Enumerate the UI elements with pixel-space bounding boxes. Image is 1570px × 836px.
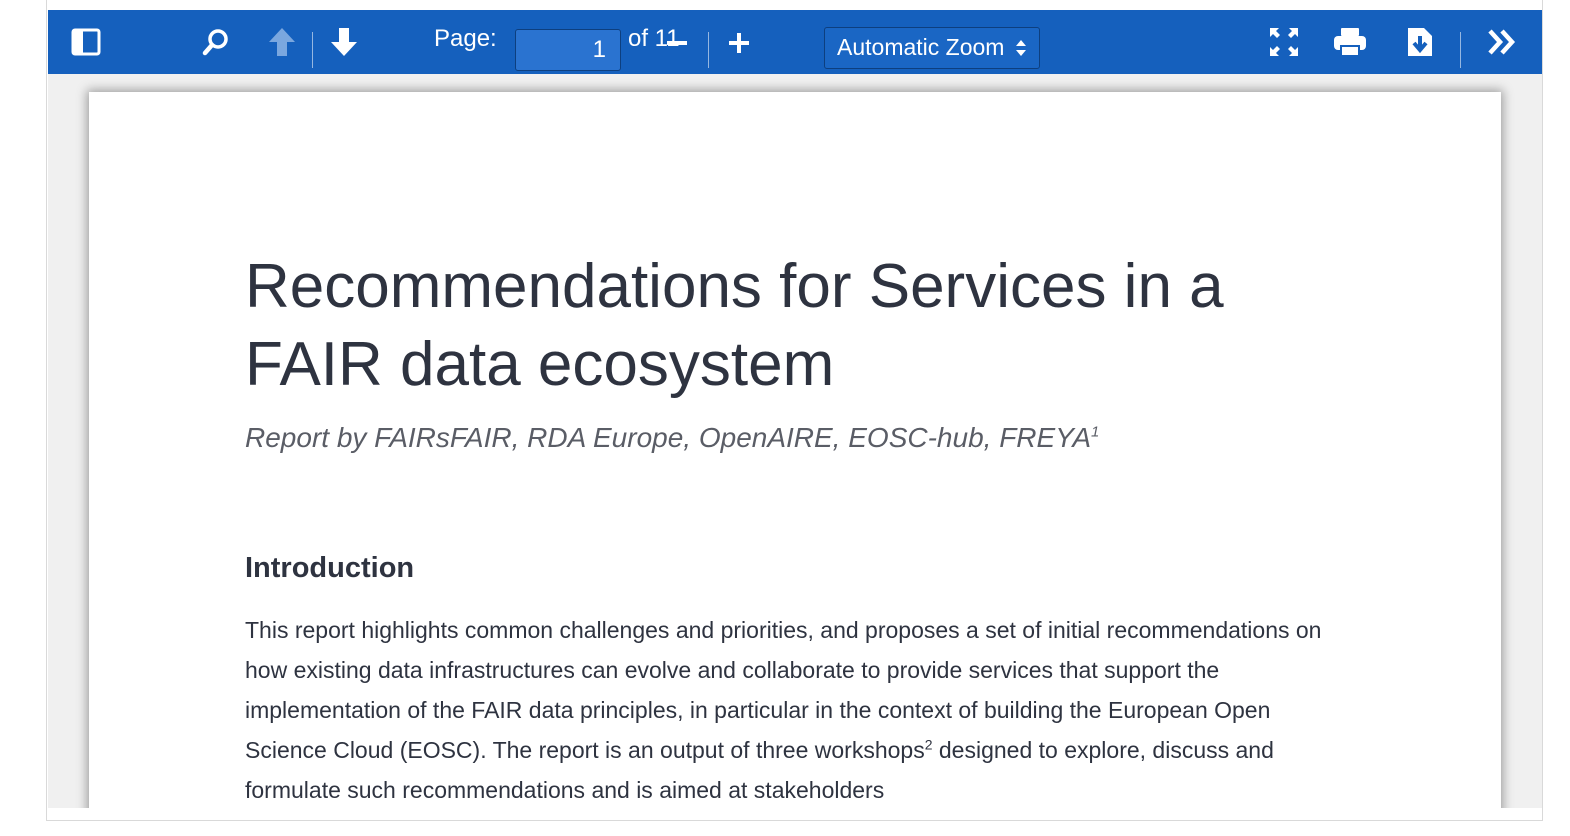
download-icon [1408, 28, 1432, 56]
body-paragraph: This report highlights common challenges… [245, 610, 1355, 808]
plus-icon [729, 33, 749, 53]
toolbar-separator [1460, 32, 1461, 68]
section-heading: Introduction [245, 552, 415, 584]
tools-button[interactable] [1478, 10, 1526, 74]
fullscreen-icon [1270, 28, 1298, 56]
zoom-in-button[interactable] [715, 10, 763, 74]
document-title: Recommendations for Services in a FAIR d… [245, 252, 1224, 399]
footnote-marker: 2 [924, 736, 933, 753]
double-chevron-right-icon [1488, 29, 1516, 55]
footnote-marker: 1 [1091, 423, 1100, 441]
toolbar-separator [312, 32, 313, 68]
sidebar-toggle-button[interactable] [62, 10, 110, 74]
document-subtitle: Report by FAIRsFAIR, RDA Europe, OpenAIR… [245, 422, 1345, 454]
zoom-out-button[interactable] [653, 10, 701, 74]
document-viewer[interactable]: Recommendations for Services in a FAIR d… [48, 74, 1542, 808]
search-button[interactable] [192, 10, 240, 74]
arrow-up-icon [269, 28, 295, 56]
arrow-down-icon [331, 28, 357, 56]
sidebar-toggle-icon [71, 28, 101, 56]
page-label: Page: [434, 25, 497, 52]
next-page-button[interactable] [320, 10, 368, 74]
download-button[interactable] [1396, 10, 1444, 74]
presentation-mode-button[interactable] [1260, 10, 1308, 74]
previous-page-button[interactable] [258, 10, 306, 74]
page-number-input[interactable] [515, 29, 621, 71]
printer-icon [1334, 28, 1366, 56]
zoom-select-value: Automatic Zoom [837, 34, 1005, 60]
select-arrows-icon [1016, 40, 1026, 56]
toolbar-separator [708, 32, 709, 68]
search-icon [202, 29, 228, 56]
zoom-select[interactable]: Automatic Zoom [824, 27, 1040, 69]
subtitle-text: Report by FAIRsFAIR, RDA Europe, OpenAIR… [245, 422, 1092, 453]
document-page: Recommendations for Services in a FAIR d… [89, 92, 1501, 808]
minus-icon [667, 41, 687, 45]
pdf-toolbar: Page: of 11 Automatic Zoom [48, 10, 1542, 74]
print-button[interactable] [1326, 10, 1374, 74]
